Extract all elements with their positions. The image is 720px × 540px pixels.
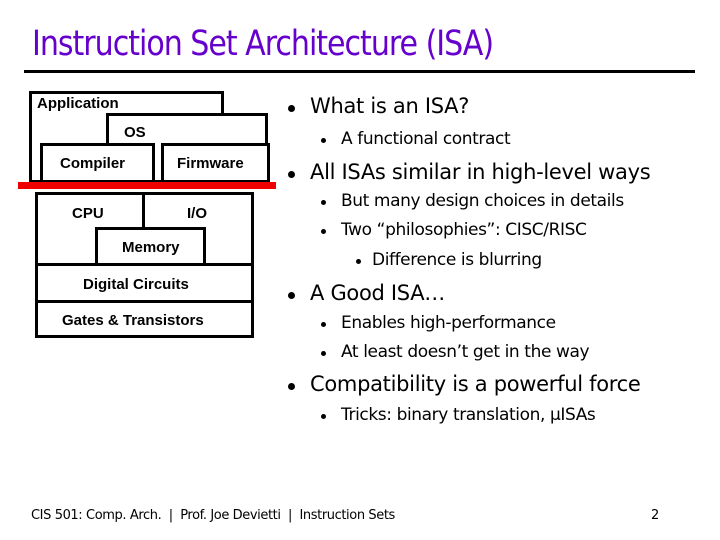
bullet-dot-icon bbox=[288, 105, 295, 112]
application-label: Application bbox=[37, 95, 119, 112]
bullet-dot-icon bbox=[321, 414, 326, 419]
gates-top-line bbox=[36, 300, 253, 303]
bullet-item: All ISAs similar in high-level ways bbox=[288, 160, 651, 184]
cpu-label: CPU bbox=[72, 205, 104, 222]
os-label: OS bbox=[124, 124, 146, 141]
memory-label: Memory bbox=[122, 239, 180, 256]
slide-footer: CIS 501: Comp. Arch. | Prof. Joe Deviett… bbox=[31, 508, 395, 523]
page-number: 2 bbox=[651, 508, 660, 523]
slide-title: Instruction Set Architecture (ISA) bbox=[32, 24, 494, 64]
bullet-dot-icon bbox=[356, 259, 361, 264]
digital-circuits-label: Digital Circuits bbox=[83, 276, 189, 293]
bullet-item: Enables high-performance bbox=[321, 313, 556, 333]
bullet-item: A Good ISA… bbox=[288, 281, 445, 305]
bullet-item: Difference is blurring bbox=[356, 250, 542, 270]
bullet-dot-icon bbox=[321, 229, 326, 234]
bullet-dot-icon bbox=[288, 383, 295, 390]
bullet-dot-icon bbox=[321, 322, 326, 327]
gates-transistors-label: Gates & Transistors bbox=[62, 312, 204, 329]
bullet-dot-icon bbox=[288, 292, 295, 299]
bullet-item: What is an ISA? bbox=[288, 94, 469, 118]
bullet-item: At least doesn’t get in the way bbox=[321, 342, 590, 362]
bullet-item: But many design choices in details bbox=[321, 191, 624, 211]
bullet-item: Two “philosophies”: CISC/RISC bbox=[321, 220, 587, 240]
bullet-dot-icon bbox=[321, 200, 326, 205]
cpu-io-divider bbox=[142, 193, 145, 229]
bullet-item: Compatibility is a powerful force bbox=[288, 372, 641, 396]
digital-circuits-top-line bbox=[36, 263, 253, 266]
bullet-item: A functional contract bbox=[321, 129, 511, 149]
io-label: I/O bbox=[187, 205, 208, 222]
bullet-item: Tricks: binary translation, μISAs bbox=[321, 405, 596, 425]
compiler-label: Compiler bbox=[60, 155, 126, 172]
title-underline bbox=[24, 70, 695, 73]
firmware-label: Firmware bbox=[177, 155, 244, 172]
bullet-dot-icon bbox=[321, 351, 326, 356]
bullet-dot-icon bbox=[288, 171, 295, 178]
bullet-dot-icon bbox=[321, 138, 326, 143]
isa-boundary-line bbox=[18, 182, 276, 189]
